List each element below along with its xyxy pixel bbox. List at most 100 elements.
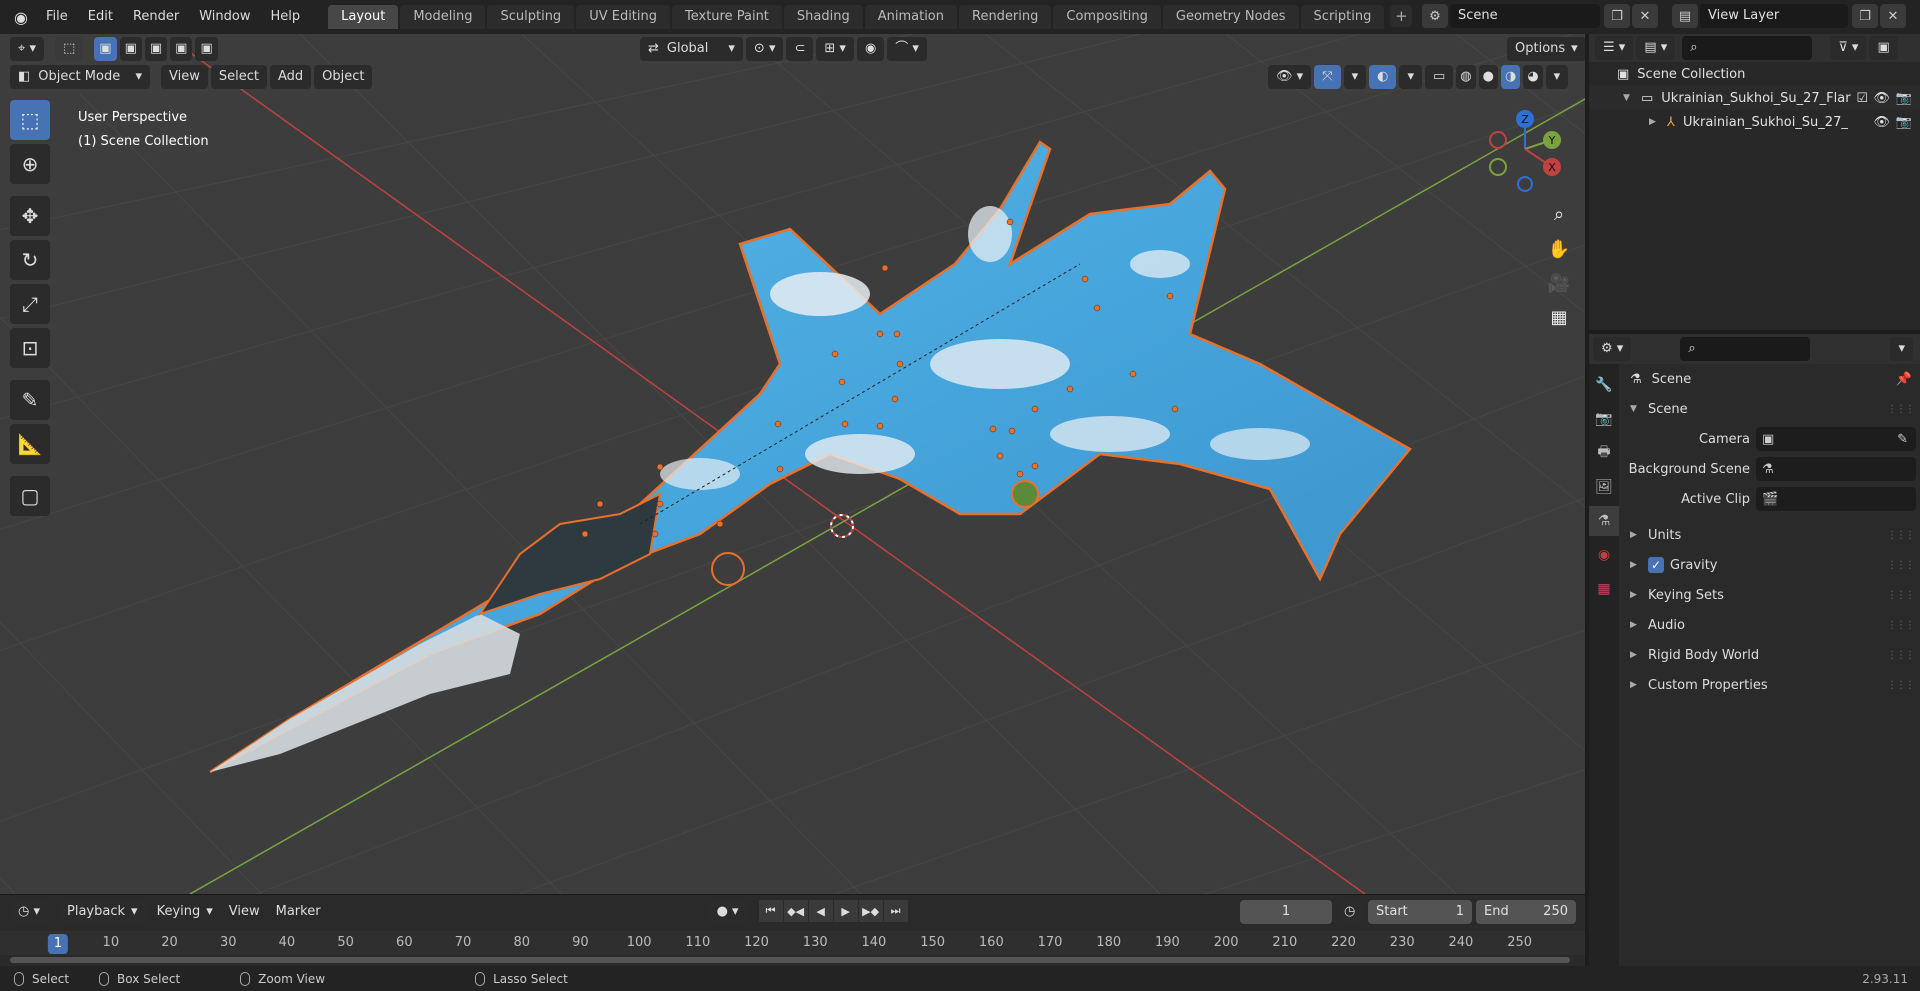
- panel-units[interactable]: ▶ Units ⋮⋮⋮: [1620, 520, 1920, 550]
- jump-end-icon[interactable]: ⏭: [883, 900, 908, 922]
- record-button[interactable]: ● ▾: [708, 900, 747, 924]
- move-tool-icon[interactable]: ✥: [10, 196, 50, 236]
- rotate-tool-icon[interactable]: ↻: [10, 240, 50, 280]
- outliner-search-input[interactable]: ⌕: [1682, 36, 1813, 60]
- blender-logo-icon[interactable]: ◉: [6, 0, 36, 34]
- object-mode-dropdown[interactable]: ◧ Object Mode ▾: [10, 65, 150, 89]
- tab-scripting[interactable]: Scripting: [1300, 5, 1385, 29]
- wireframe-shading-icon[interactable]: ◍: [1456, 65, 1476, 89]
- preview-range-icon[interactable]: ◷: [1340, 900, 1364, 924]
- expand-arrow-icon[interactable]: ▼: [1623, 93, 1633, 103]
- close-scene-icon[interactable]: ✕: [1632, 4, 1658, 28]
- snap-toggle-icon[interactable]: ⊂: [786, 37, 814, 61]
- shading-dropdown[interactable]: ▾: [1545, 65, 1569, 89]
- panel-audio[interactable]: ▶ Audio ⋮⋮⋮: [1620, 610, 1920, 640]
- jump-keyframe-back-icon[interactable]: ◆◀: [783, 900, 808, 922]
- select-tool-button[interactable]: ⬚: [54, 37, 84, 61]
- background-scene-field[interactable]: ⚗: [1756, 457, 1916, 481]
- camera-field[interactable]: ▣ ✎: [1756, 427, 1916, 451]
- new-collection-icon[interactable]: ▣: [1869, 36, 1898, 60]
- outliner-scene-collection[interactable]: ▣ Scene Collection: [1589, 62, 1920, 86]
- world-tab-icon[interactable]: ◉: [1589, 540, 1619, 570]
- select-mode-new-icon[interactable]: ▣: [94, 37, 117, 61]
- visibility-dropdown[interactable]: 👁 ▾: [1268, 65, 1312, 89]
- output-tab-icon[interactable]: 🖶: [1589, 438, 1619, 468]
- overlay-toggle-icon[interactable]: ◐: [1369, 65, 1397, 89]
- view-layer-icon[interactable]: ▤: [1672, 4, 1698, 28]
- playback-dropdown[interactable]: Playback ▾: [59, 900, 146, 924]
- texture-tab-icon[interactable]: ▦: [1589, 574, 1619, 604]
- view-layer-field[interactable]: View Layer: [1700, 4, 1848, 28]
- pan-view-icon[interactable]: ✋: [1544, 234, 1574, 264]
- select-mode-invert-icon[interactable]: ▣: [170, 37, 193, 61]
- copy-scene-icon[interactable]: ❐: [1604, 4, 1630, 28]
- xray-toggle-icon[interactable]: ▭: [1424, 65, 1454, 89]
- menu-add[interactable]: Add: [269, 65, 312, 89]
- eyedropper-icon[interactable]: ✎: [1897, 432, 1908, 447]
- tab-modeling[interactable]: Modeling: [400, 5, 486, 29]
- tab-shading[interactable]: Shading: [783, 5, 863, 29]
- menu-select[interactable]: Select: [210, 65, 267, 89]
- display-mode-dropdown[interactable]: ▤ ▾: [1636, 36, 1676, 60]
- expand-arrow-icon[interactable]: ▶: [1649, 117, 1659, 127]
- menu-render[interactable]: Render: [123, 4, 189, 30]
- end-frame-field[interactable]: End 250: [1476, 900, 1576, 924]
- panel-scene-header[interactable]: ▼ Scene ⋮⋮⋮: [1620, 394, 1920, 424]
- solid-shading-icon[interactable]: ●: [1478, 65, 1498, 89]
- options-dropdown[interactable]: Options ▾: [1507, 37, 1585, 61]
- cursor-tool-icon[interactable]: ⊕: [10, 144, 50, 184]
- pivot-point-dropdown[interactable]: ⊙ ▾: [745, 37, 784, 61]
- tab-uv-editing[interactable]: UV Editing: [576, 5, 671, 29]
- menu-help[interactable]: Help: [261, 4, 311, 30]
- play-reverse-icon[interactable]: ◀: [808, 900, 833, 922]
- start-frame-field[interactable]: Start 1: [1368, 900, 1472, 924]
- tab-layout[interactable]: Layout: [328, 5, 399, 29]
- panel-keying-sets[interactable]: ▶ Keying Sets ⋮⋮⋮: [1620, 580, 1920, 610]
- properties-editor-type-button[interactable]: ⚙ ▾: [1593, 337, 1632, 361]
- visibility-eye-icon[interactable]: 👁: [1873, 91, 1890, 106]
- drag-handle-icon[interactable]: ⋮⋮⋮: [1887, 650, 1915, 661]
- add-workspace-button[interactable]: +: [1390, 5, 1413, 27]
- outliner-collection-row[interactable]: ▼ ▭ Ukrainian_Sukhoi_Su_27_Flar ☑ 👁 📷: [1589, 86, 1920, 110]
- camera-view-icon[interactable]: 🎥: [1544, 268, 1574, 298]
- filter-dropdown[interactable]: ⊽ ▾: [1830, 36, 1867, 60]
- select-mode-subtract-icon[interactable]: ▣: [144, 37, 168, 61]
- outliner-editor-type-button[interactable]: ☰ ▾: [1595, 36, 1634, 60]
- properties-options-dropdown[interactable]: ▾: [1890, 337, 1913, 361]
- timeline-editor-type-button[interactable]: ◷ ▾: [10, 900, 49, 924]
- render-tab-icon[interactable]: 📷: [1589, 404, 1619, 434]
- close-view-layer-icon[interactable]: ✕: [1880, 4, 1906, 28]
- exclude-checkbox-icon[interactable]: ☑: [1856, 91, 1868, 106]
- gizmo-dropdown[interactable]: ▾: [1343, 65, 1367, 89]
- proportional-falloff-icon[interactable]: ⌒ ▾: [887, 37, 927, 61]
- navigation-gizmo[interactable]: Z Y X: [1480, 104, 1570, 194]
- timeline-menu-view[interactable]: View: [221, 900, 268, 924]
- menu-object[interactable]: Object: [314, 65, 373, 89]
- material-shading-icon[interactable]: ◑: [1500, 65, 1521, 89]
- view-layer-tab-icon[interactable]: 🖼: [1589, 472, 1619, 502]
- scene-name-field[interactable]: Scene: [1450, 4, 1600, 28]
- menu-window[interactable]: Window: [189, 4, 260, 30]
- select-box-tool-icon[interactable]: ⬚: [10, 100, 50, 140]
- visibility-eye-icon[interactable]: 👁: [1873, 115, 1890, 130]
- render-camera-icon[interactable]: 📷: [1896, 91, 1912, 106]
- gravity-checkbox[interactable]: ✓: [1648, 557, 1664, 573]
- jump-keyframe-forward-icon[interactable]: ▶◆: [858, 900, 883, 922]
- drag-handle-icon[interactable]: ⋮⋮⋮: [1887, 680, 1915, 691]
- tab-compositing[interactable]: Compositing: [1053, 5, 1161, 29]
- timeline-scrollbar[interactable]: [10, 957, 1570, 963]
- zoom-view-icon[interactable]: ⌕: [1544, 199, 1574, 229]
- tab-geometry-nodes[interactable]: Geometry Nodes: [1162, 5, 1299, 29]
- select-mode-extend-icon[interactable]: ▣: [119, 37, 142, 61]
- proportional-edit-icon[interactable]: ◉: [856, 37, 885, 61]
- scene-tab-icon[interactable]: ⚗: [1589, 506, 1619, 536]
- outliner-object-row[interactable]: ▶ ⅄ Ukrainian_Sukhoi_Su_27_ 👁 📷: [1589, 110, 1920, 134]
- tab-animation[interactable]: Animation: [864, 5, 957, 29]
- copy-view-layer-icon[interactable]: ❐: [1852, 4, 1878, 28]
- panel-rigid-body-world[interactable]: ▶ Rigid Body World ⋮⋮⋮: [1620, 640, 1920, 670]
- snap-target-dropdown[interactable]: ⊞ ▾: [816, 37, 854, 61]
- drag-handle-icon[interactable]: ⋮⋮⋮: [1887, 530, 1915, 541]
- measure-tool-icon[interactable]: 📐: [10, 424, 50, 464]
- properties-search-input[interactable]: ⌕: [1680, 337, 1811, 361]
- panel-custom-properties[interactable]: ▶ Custom Properties ⋮⋮⋮: [1620, 670, 1920, 700]
